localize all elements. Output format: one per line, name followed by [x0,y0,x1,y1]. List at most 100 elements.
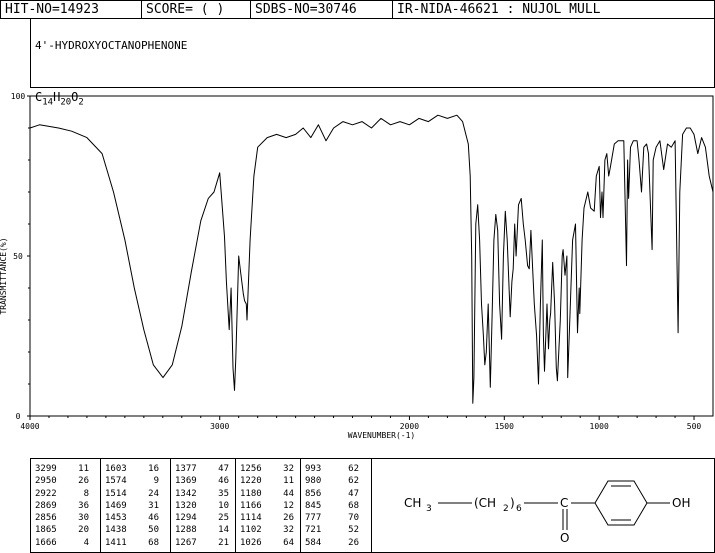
peak-wavenumber: 1102 [240,525,262,536]
x-tick-label-3000: 3000 [210,422,229,431]
peak-transmittance: 46 [218,476,229,487]
x-tick-label-1000: 1000 [590,422,609,431]
peak-transmittance: 8 [83,488,89,499]
y-axis-label: TRANSMITTANCE(%) [0,237,8,314]
peak-entry: 1102 32 [236,524,300,536]
peak-entry: 721 52 [301,524,371,536]
x-axis-label: WAVENUMBER(-1) [348,431,415,440]
peak-wavenumber: 2856 [35,513,57,524]
structure-ch2: (CH [474,496,496,510]
peak-transmittance: 68 [148,537,159,548]
peak-transmittance: 26 [348,537,359,548]
peak-wavenumber: 1438 [105,525,127,536]
chart-series [29,114,714,404]
peak-transmittance: 25 [218,513,229,524]
x-tick-label-500: 500 [687,422,702,431]
peak-wavenumber: 1220 [240,476,262,487]
peak-wavenumber: 1666 [35,537,57,548]
peak-entry: 1267 21 [171,537,235,549]
peak-transmittance: 21 [218,537,229,548]
peak-transmittance: 47 [348,488,359,499]
peak-transmittance: 68 [348,500,359,511]
peak-table-box: 3299 11 2950 26 2922 8 2869 36 2856 30 1865 20 1666 4… [30,458,715,553]
peak-wavenumber: 1514 [105,488,127,499]
peak-column-5: 993 62 980 62 856 47 845 68 777 70 721 52 584 26 [301,459,372,552]
peak-transmittance: 11 [78,464,89,474]
peak-wavenumber: 3299 [35,464,57,474]
peak-column-3: 1377 47 1369 46 1342 35 1320 10 1294 25 1288 14 1267… [171,459,236,552]
peak-wavenumber: 1288 [175,525,197,536]
peak-wavenumber: 1320 [175,500,197,511]
peak-transmittance: 35 [218,488,229,499]
peak-wavenumber: 1180 [240,488,262,499]
peak-transmittance: 52 [348,525,359,536]
peak-entry: 1342 35 [171,488,235,500]
peak-transmittance: 47 [218,464,229,474]
peak-wavenumber: 1865 [35,525,57,536]
x-tick-label-1500: 1500 [495,422,514,431]
peak-transmittance: 64 [283,537,294,548]
sdbs-number: SDBS-NO=30746 [251,1,393,19]
y-tick-label-0: 0 [16,412,21,421]
peak-entry: 1666 4 [31,537,100,549]
peak-entry: 1377 47 [171,463,235,475]
peak-entry: 2922 8 [31,488,100,500]
peak-wavenumber: 993 [305,464,322,474]
peak-transmittance: 4 [83,537,89,548]
peak-transmittance: 32 [283,525,294,536]
peak-transmittance: 62 [348,476,359,487]
peak-wavenumber: 1369 [175,476,197,487]
ir-spectrum-chart: 4000 3000 2000 1500 1000 500 0 50 100 WAVENUMBER… [0,92,714,440]
peak-entry: 856 47 [301,488,371,500]
chart-axes [29,95,714,417]
peak-column-4: 1256 32 1220 11 1180 44 1166 12 1114 26 1102 32 1026… [236,459,301,552]
peak-transmittance: 70 [348,513,359,524]
peak-entry: 1453 46 [101,512,170,524]
peak-entry: 980 62 [301,475,371,487]
peak-wavenumber: 584 [305,537,322,548]
peak-entry: 1514 24 [101,488,170,500]
peak-wavenumber: 1294 [175,513,197,524]
x-tick-label-2000: 2000 [400,422,419,431]
peak-transmittance: 10 [218,500,229,511]
peak-wavenumber: 980 [305,476,322,487]
peak-transmittance: 32 [283,464,294,474]
spectrum-line-0 [29,114,714,404]
peak-wavenumber: 1166 [240,500,262,511]
peak-entry: 1026 64 [236,537,300,549]
structure-ch3: CH [404,496,421,510]
score: SCORE= ( ) [142,1,251,19]
peak-entry: 2856 30 [31,512,100,524]
peak-wavenumber: 2922 [35,488,57,499]
peak-transmittance: 36 [78,500,89,511]
peak-wavenumber: 1114 [240,513,262,524]
compound-info-box: 4'-HYDROXYOCTANOPHENONE C14H20O2 [30,18,715,107]
peak-entry: 1438 50 [101,524,170,536]
peak-entry: 1865 20 [31,524,100,536]
peak-entry: 1469 31 [101,500,170,512]
peak-transmittance: 24 [148,488,159,499]
peak-entry: 1369 46 [171,475,235,487]
peak-entry: 1320 10 [171,500,235,512]
peak-transmittance: 14 [218,525,229,536]
peak-entry: 993 62 [301,463,371,475]
peak-transmittance: 31 [148,500,159,511]
y-tick-label-50: 50 [13,252,23,261]
peak-entry: 1256 32 [236,463,300,475]
peak-entry: 1574 9 [101,475,170,487]
peak-entry: 777 70 [301,512,371,524]
peak-wavenumber: 845 [305,500,322,511]
peak-wavenumber: 1256 [240,464,262,474]
peak-wavenumber: 1469 [105,500,127,511]
compound-name: 4'-HYDROXYOCTANOPHENONE [35,39,188,52]
peak-wavenumber: 1603 [105,464,127,474]
peak-entry: 3299 11 [31,463,100,475]
peak-entry: 1180 44 [236,488,300,500]
peak-entry: 1411 68 [101,537,170,549]
plot-frame [29,95,714,417]
ir-nida: IR-NIDA-46621 : NUJOL MULL [397,2,601,17]
peak-transmittance: 11 [283,476,294,487]
structure-bonds [438,480,670,530]
peak-transmittance: 9 [153,476,159,487]
peak-wavenumber: 1574 [105,476,127,487]
